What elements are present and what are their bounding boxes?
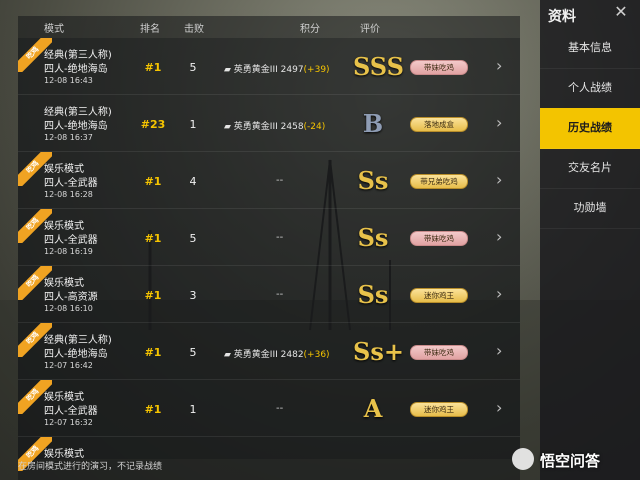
match-mode: 娱乐模式 [44,164,84,175]
match-map: 四人-绝地海岛 [44,64,108,75]
match-grade: A [363,394,383,423]
header-mode: 模式 [44,24,64,35]
header-kills: 击败 [184,24,204,35]
match-score: -- [276,175,284,186]
tier-icon: ▰ [224,65,234,75]
match-score: -- [276,403,284,414]
match-kills: 5 [189,346,197,359]
match-time: 12-07 16:32 [44,418,93,427]
match-time: 12-07 16:42 [44,361,93,370]
match-map: 四人-绝地海岛 [44,349,108,360]
table-header: 模式 排名 击败 积分 评价 [18,16,520,36]
sidebar-item-personal-record[interactable]: 个人战绩 [540,68,640,109]
achievement-badge: 带兄弟吃鸡 [410,174,468,189]
match-rank: #1 [144,289,162,302]
match-kills: 5 [189,61,197,74]
watermark-text: 悟空问答 [540,452,601,470]
achievement-badge: 带妹吃鸡 [410,231,468,246]
match-grade: SSS [353,52,404,81]
chevron-right-icon[interactable]: › [496,341,502,360]
sidebar-item-friend-card[interactable]: 交友名片 [540,148,640,189]
match-row[interactable]: 吃鸡 娱乐模式 [18,437,520,471]
match-score: ▰ 英勇黄金III 2458(-24) [224,122,326,132]
match-grade: Ss+ [353,337,404,366]
match-map: 四人-全武器 [44,406,98,417]
chevron-right-icon[interactable]: › [496,113,502,132]
header-grade: 评价 [360,24,380,35]
match-rank: #1 [144,403,162,416]
achievement-badge: 落地成盒 [410,117,468,132]
header-score: 积分 [300,24,320,35]
match-mode: 经典(第三人称) [44,107,112,118]
match-row[interactable]: 吃鸡 娱乐模式 四人-全武器 12-08 16:28 #1 4 -- Ss 带兄… [18,152,520,209]
tier-icon: ▰ [224,122,234,132]
match-row[interactable]: 吃鸡 娱乐模式 四人-高资源 12-08 16:10 #1 3 -- Ss 迷你… [18,266,520,323]
match-mode: 娱乐模式 [44,278,84,289]
match-time: 12-08 16:28 [44,190,93,199]
sidebar-title: 资料 [548,9,576,25]
match-rank: #1 [144,232,162,245]
match-grade: Ss [357,223,389,252]
achievement-badge: 带妹吃鸡 [410,345,468,360]
sidebar-item-history[interactable]: 历史战绩 [540,108,640,149]
sidebar-item-medal-wall[interactable]: 功勋墙 [540,188,640,229]
match-kills: 1 [189,118,197,131]
chevron-right-icon[interactable]: › [496,284,502,303]
header-rank: 排名 [140,24,160,35]
match-mode: 娱乐模式 [44,449,84,460]
match-score: ▰ 英勇黄金III 2497(+39) [224,65,330,75]
tier-icon: ▰ [224,350,234,360]
watermark: 悟空问答 [512,444,632,476]
match-map: 四人-绝地海岛 [44,121,108,132]
match-time: 12-08 16:37 [44,133,93,142]
match-score: ▰ 英勇黄金III 2482(+36) [224,350,330,360]
match-rank: #1 [144,175,162,188]
close-icon[interactable]: ✕ [606,2,636,26]
wukong-logo-icon [512,448,534,470]
match-row[interactable]: 吃鸡 娱乐模式 四人-全武器 12-07 16:32 #1 1 -- A 迷你鸡… [18,380,520,437]
chevron-right-icon[interactable]: › [496,56,502,75]
match-mode: 经典(第三人称) [44,335,112,346]
match-grade: B [362,109,384,138]
match-mode: 经典(第三人称) [44,50,112,61]
match-rank: #1 [144,61,162,74]
match-time: 12-08 16:19 [44,247,93,256]
match-rank: #23 [140,118,166,131]
match-map: 四人-全武器 [44,235,98,246]
chevron-right-icon[interactable]: › [496,398,502,417]
match-time: 12-08 16:43 [44,76,93,85]
match-row[interactable]: 吃鸡 经典(第三人称) 四人-绝地海岛 12-07 16:42 #1 5 ▰ 英… [18,323,520,380]
footer-note: 在房间模式进行的演习，不记录战绩 [18,462,163,472]
chevron-right-icon[interactable]: › [496,227,502,246]
match-kills: 5 [189,232,197,245]
match-map: 四人-全武器 [44,178,98,189]
match-time: 12-08 16:10 [44,304,93,313]
achievement-badge: 迷你鸡王 [410,288,468,303]
match-rank: #1 [144,346,162,359]
match-kills: 1 [189,403,197,416]
match-row[interactable]: 经典(第三人称) 四人-绝地海岛 12-08 16:37 #23 1 ▰ 英勇黄… [18,95,520,152]
chevron-right-icon[interactable]: › [496,170,502,189]
sidebar-item-basic-info[interactable]: 基本信息 [540,28,640,69]
achievement-badge: 带妹吃鸡 [410,60,468,75]
match-mode: 娱乐模式 [44,392,84,403]
match-kills: 4 [189,175,197,188]
match-row[interactable]: 吃鸡 经典(第三人称) 四人-绝地海岛 12-08 16:43 #1 5 ▰ 英… [18,38,520,95]
match-mode: 娱乐模式 [44,221,84,232]
match-grade: Ss [357,280,389,309]
match-row[interactable]: 吃鸡 娱乐模式 四人-全武器 12-08 16:19 #1 5 -- Ss 带妹… [18,209,520,266]
match-kills: 3 [189,289,197,302]
match-grade: Ss [357,166,389,195]
match-map: 四人-高资源 [44,292,98,303]
match-score: -- [276,232,284,243]
achievement-badge: 迷你鸡王 [410,402,468,417]
match-score: -- [276,289,284,300]
